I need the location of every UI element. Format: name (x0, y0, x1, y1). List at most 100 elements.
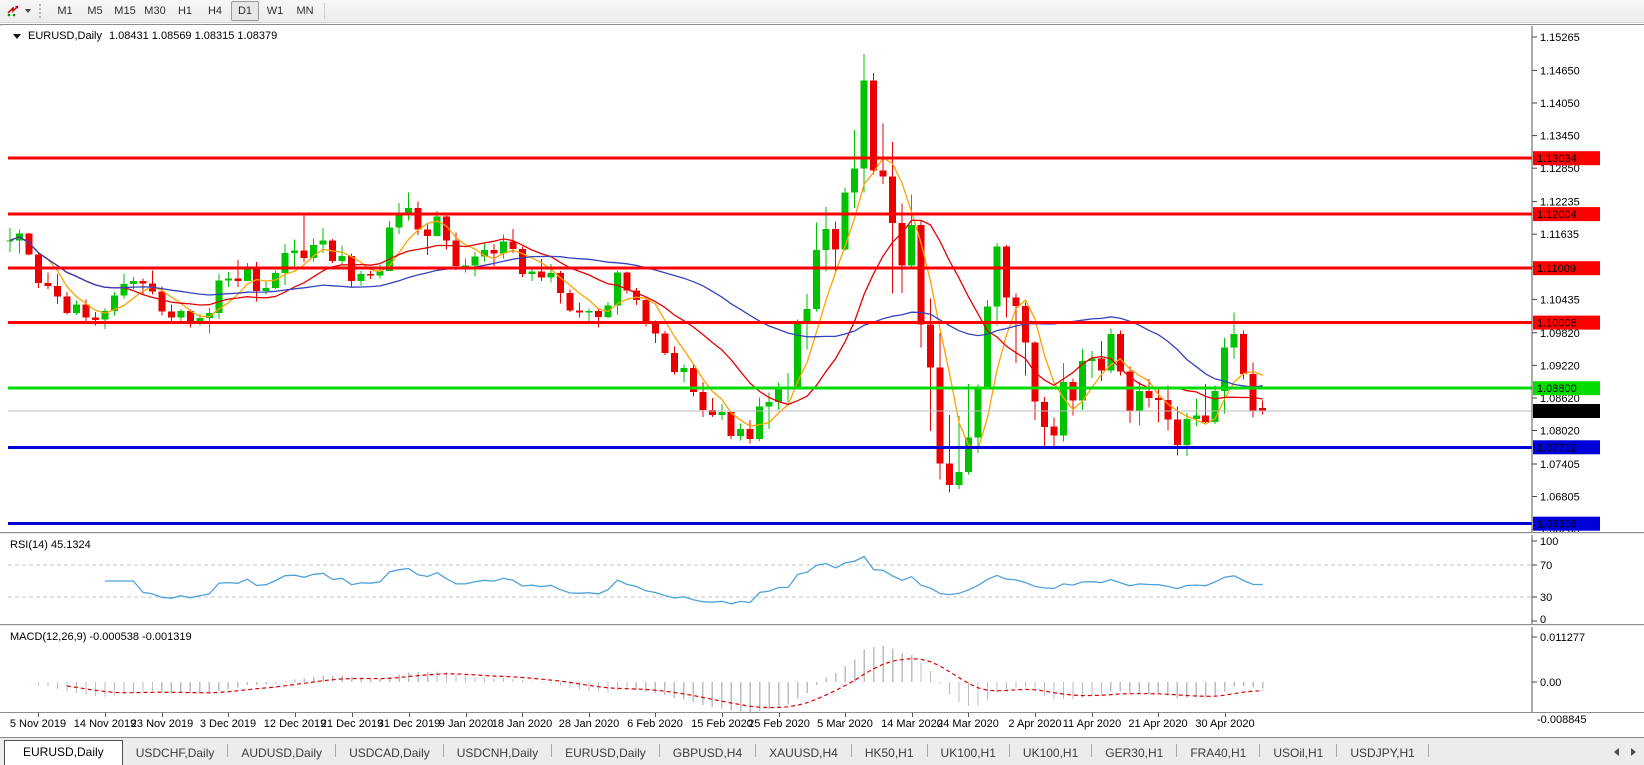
candle-body (358, 274, 365, 281)
price-chart-pane[interactable]: 1.152651.146501.140501.134501.128501.122… (0, 26, 1644, 532)
rsi-scale-label: 100 (1540, 536, 1558, 548)
level-price-tag-label: 1.12004 (1537, 209, 1577, 221)
level-price-tag-label: 1.13034 (1537, 153, 1577, 165)
macd-canvas[interactable]: 0.0112770.00 (0, 627, 1644, 712)
time-axis-label: 18 Jan 2020 (492, 718, 553, 730)
candle-body (301, 251, 308, 258)
candle-body (642, 300, 649, 323)
tab-scroll-right-icon[interactable] (1631, 748, 1636, 756)
time-axis-label: 14 Nov 2019 (74, 718, 136, 730)
candle-body (291, 251, 298, 253)
chart-tab-gbpusd-h4[interactable]: GBPUSD,H4 (660, 742, 755, 765)
candle-body (1240, 334, 1247, 374)
level-price-tag-label: 1.07712 (1537, 442, 1577, 454)
time-axis-tick (409, 713, 410, 717)
time-axis-label: 30 Apr 2020 (1195, 718, 1254, 730)
candle-body (994, 246, 1001, 306)
time-axis-label: 9 Jan 2020 (439, 718, 493, 730)
arrow-indicator-tool-icon[interactable] (5, 3, 22, 19)
chart-tab-usdjpy-h1[interactable]: USDJPY,H1 (1337, 742, 1427, 765)
timeframe-button-w1[interactable]: W1 (261, 1, 289, 21)
chart-tab-eurusd-daily[interactable]: EURUSD,Daily (4, 740, 123, 765)
candle-body (718, 412, 725, 415)
arrow-indicator-glyph (6, 4, 21, 18)
timeframe-buttons: M1M5M15M30H1H4D1W1MN (50, 1, 320, 21)
macd-indicator-pane[interactable]: 0.0112770.00 (0, 627, 1644, 712)
rsi-canvas[interactable]: 10070300 (0, 535, 1644, 624)
time-axis-label: 11 Apr 2020 (1063, 718, 1122, 730)
candle-body (1098, 358, 1105, 370)
candle-body (1041, 402, 1048, 427)
chart-tab-bar: EURUSD,DailyUSDCHF,DailyAUDUSD,DailyUSDC… (0, 737, 1644, 765)
candle-body (434, 217, 441, 237)
candle-body (472, 257, 479, 266)
time-axis-tick (655, 713, 656, 717)
chart-title-symbol: EURUSD,Daily (28, 30, 102, 42)
candle-body (984, 307, 991, 388)
timeframe-button-h4[interactable]: H4 (201, 1, 229, 21)
y-axis-tick-label: 1.11635 (1540, 229, 1579, 241)
candle-body (424, 230, 431, 237)
tab-divider (1428, 744, 1429, 757)
chart-tab-fra40-h1[interactable]: FRA40,H1 (1177, 742, 1259, 765)
candle-body (965, 438, 972, 472)
timeframe-button-m30[interactable]: M30 (141, 1, 169, 21)
chart-title-ohlc: 1.08431 1.08569 1.08315 1.08379 (109, 30, 277, 42)
candle-body (130, 281, 137, 284)
chart-tab-uk100-h1[interactable]: UK100,H1 (1010, 742, 1091, 765)
candle-body (547, 273, 554, 277)
time-axis-label: 28 Jan 2020 (559, 718, 620, 730)
candle-body (1174, 420, 1181, 446)
chart-tab-eurusd-daily[interactable]: EURUSD,Daily (552, 742, 659, 765)
rsi-indicator-pane[interactable]: 10070300 (0, 535, 1644, 624)
chart-tab-audusd-daily[interactable]: AUDUSD,Daily (228, 742, 335, 765)
mt4-terminal: { "toolbar": { "timeframes": [ {"label":… (0, 0, 1644, 765)
macd-plot-background[interactable] (0, 627, 1644, 712)
time-axis-tick (522, 713, 523, 717)
chart-tab-usdchf-daily[interactable]: USDCHF,Daily (123, 742, 228, 765)
chart-title-caret-icon[interactable] (13, 34, 21, 39)
chart-tab-uk100-h1[interactable]: UK100,H1 (928, 742, 1009, 765)
candle-body (1250, 374, 1257, 411)
timeframe-button-m5[interactable]: M5 (81, 1, 109, 21)
time-axis-label: 6 Feb 2020 (627, 718, 683, 730)
candle-body (225, 279, 232, 281)
candle-body (415, 208, 422, 230)
candle-body (82, 305, 89, 318)
toolbar-drag-grip[interactable] (39, 4, 43, 18)
candle-body (937, 368, 944, 464)
candle-body (396, 215, 403, 228)
time-axis[interactable]: -0.008845 5 Nov 201914 Nov 201923 Nov 20… (0, 712, 1644, 737)
chart-tab-hk50-h1[interactable]: HK50,H1 (852, 742, 927, 765)
candle-body (158, 292, 165, 312)
macd-label: MACD(12,26,9) -0.000538 -0.001319 (10, 631, 192, 643)
y-axis-tick-label: 1.14050 (1540, 98, 1580, 110)
chart-tab-usdcnh-daily[interactable]: USDCNH,Daily (444, 742, 551, 765)
chart-tab-xauusd-h4[interactable]: XAUUSD,H4 (756, 742, 851, 765)
candle-body (453, 240, 460, 266)
chart-tab-usdcad-daily[interactable]: USDCAD,Daily (336, 742, 443, 765)
candle-body (861, 81, 868, 169)
candle-body (766, 402, 773, 407)
y-axis-tick-label: 1.07405 (1540, 459, 1580, 471)
timeframe-button-m1[interactable]: M1 (51, 1, 79, 21)
y-axis-tick-label: 1.10435 (1540, 294, 1580, 306)
tool-dropdown-caret-icon[interactable] (25, 9, 31, 13)
timeframe-button-m15[interactable]: M15 (111, 1, 139, 21)
tab-scroll-left-icon[interactable] (1614, 748, 1619, 756)
time-axis-tick (228, 713, 229, 717)
y-axis-tick-label: 1.13450 (1540, 131, 1580, 143)
timeframe-button-h1[interactable]: H1 (171, 1, 199, 21)
candle-body (1202, 415, 1209, 422)
candle-body (661, 333, 668, 353)
candle-body (491, 250, 498, 253)
time-axis-tick (968, 713, 969, 717)
chart-tab-usoil-h1[interactable]: USOil,H1 (1260, 742, 1336, 765)
candle-body (880, 170, 887, 176)
candle-body (529, 271, 536, 274)
timeframe-button-mn[interactable]: MN (291, 1, 319, 21)
chart-tab-ger30-h1[interactable]: GER30,H1 (1092, 742, 1176, 765)
y-axis-tick-label: 1.15265 (1540, 32, 1580, 44)
price-chart-canvas[interactable]: 1.152651.146501.140501.134501.128501.122… (0, 26, 1644, 532)
timeframe-button-d1[interactable]: D1 (231, 1, 259, 21)
